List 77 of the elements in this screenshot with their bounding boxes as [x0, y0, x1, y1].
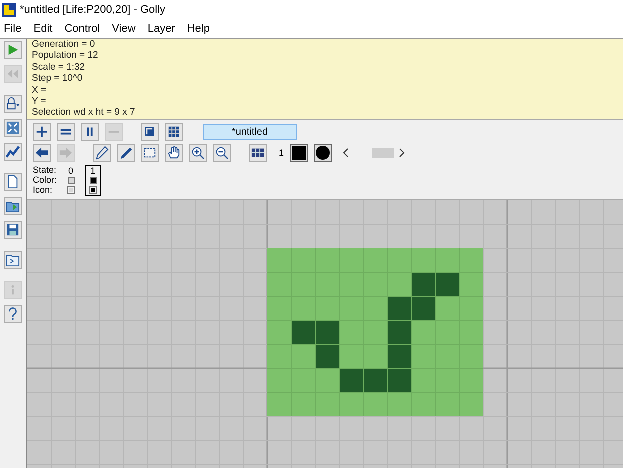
chevron-left-icon [342, 148, 350, 158]
tile-icon [167, 125, 181, 139]
info-line: Step = 10^0 [32, 73, 84, 85]
stack-button[interactable] [141, 123, 159, 141]
menu-item[interactable]: View [112, 23, 136, 35]
grid-icon [251, 146, 265, 160]
eyedropper-button[interactable] [117, 144, 135, 162]
state-panel-label: Color: [33, 175, 58, 185]
folder-icon [6, 253, 20, 267]
lock-icon [6, 97, 20, 111]
menu-item[interactable]: Control [64, 23, 100, 35]
hand-icon [167, 146, 181, 160]
layer-tab[interactable]: *untitled [203, 124, 297, 140]
folder-button[interactable] [4, 251, 22, 269]
info-line: Y = [32, 96, 48, 108]
left-arrow-button[interactable] [33, 144, 51, 162]
stack-icon [143, 125, 157, 139]
cell-icon [89, 186, 98, 194]
selection-button[interactable] [141, 144, 159, 162]
open-folder-button[interactable] [4, 197, 22, 215]
new-file-icon [6, 175, 20, 189]
info-line: Generation = 0 [32, 39, 96, 50]
app-icon [2, 3, 16, 17]
save-button[interactable] [4, 221, 22, 239]
zigzag-icon [6, 145, 20, 159]
hand-button[interactable] [165, 144, 183, 162]
tile-button[interactable] [165, 123, 183, 141]
scroll-thumb[interactable] [372, 148, 394, 158]
scroll-left-button[interactable] [342, 148, 350, 158]
eyedropper-icon [119, 146, 133, 160]
left-arrow-icon [35, 146, 49, 160]
zoom-out-button[interactable] [213, 144, 231, 162]
state-number: 0 [68, 166, 74, 176]
menu-item[interactable]: Layer [148, 23, 176, 35]
lock-button[interactable] [4, 95, 22, 113]
state-icon-button[interactable] [314, 144, 332, 162]
cell-canvas[interactable] [27, 199, 623, 468]
state-number: 1 [90, 166, 96, 176]
grid-button[interactable] [249, 144, 267, 162]
state-panel-label: State: [33, 165, 58, 175]
info-line: Selection wd x ht = 9 x 7 [32, 107, 136, 119]
save-icon [6, 223, 20, 237]
rewind-icon [6, 67, 20, 81]
zoom-in-button[interactable] [189, 144, 207, 162]
menu-item[interactable]: Help [187, 23, 210, 35]
pencil-button[interactable] [93, 144, 111, 162]
new-file-button[interactable] [4, 173, 22, 191]
menu-item[interactable]: File [4, 23, 22, 35]
state-number: 1 [279, 148, 284, 158]
scroll-right-button[interactable] [398, 148, 406, 158]
play-icon [6, 43, 20, 57]
chevron-right-icon [398, 148, 406, 158]
menu-item[interactable]: Edit [34, 23, 53, 35]
zoom-out-icon [215, 146, 229, 160]
play-button[interactable] [4, 41, 22, 59]
info-line: X = [32, 84, 48, 96]
fit-button[interactable] [4, 119, 22, 137]
plus-button[interactable] [33, 123, 51, 141]
state-column[interactable]: 1 [85, 165, 102, 196]
fit-icon [6, 121, 20, 135]
plus-icon [35, 125, 49, 139]
info-line: Scale = 1:32 [32, 62, 86, 74]
zoom-in-icon [191, 146, 205, 160]
pause-button[interactable] [81, 123, 99, 141]
zigzag-button[interactable] [4, 143, 22, 161]
pencil-icon [95, 146, 109, 160]
info-line: Population = 12 [32, 50, 100, 62]
help-icon [6, 307, 20, 321]
state-panel-label: Icon: [33, 185, 54, 195]
right-arrow-icon [59, 146, 73, 160]
selection-icon [143, 146, 157, 160]
help-button[interactable] [4, 305, 22, 323]
equals-button[interactable] [57, 123, 75, 141]
window-title: *untitled [Life:P200,20] - Golly [20, 4, 166, 16]
state-column[interactable]: 0 [63, 165, 80, 196]
circle-icon [316, 146, 330, 160]
cell-icon [67, 186, 76, 194]
